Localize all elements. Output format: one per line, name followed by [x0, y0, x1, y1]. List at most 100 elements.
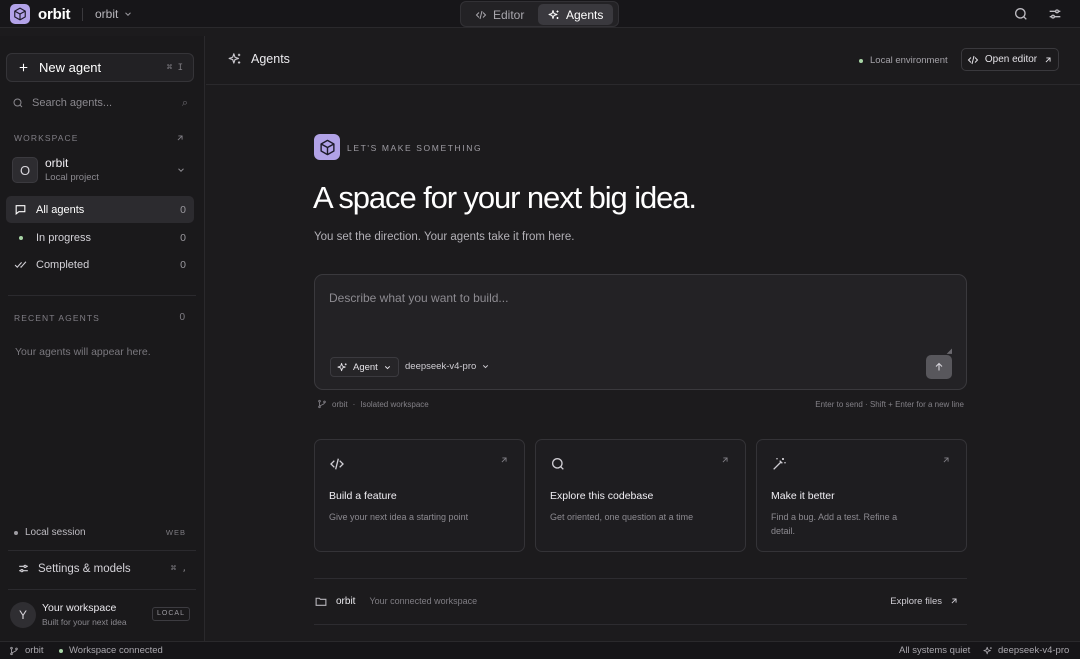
- recent-agents-count: 0: [179, 312, 185, 323]
- status-dot-icon: [59, 648, 63, 653]
- code-icon: [967, 55, 979, 64]
- sparkles-icon: [228, 53, 241, 64]
- dot-icon: [14, 235, 27, 240]
- status-badge: LOCAL: [152, 607, 190, 621]
- sparkles-icon: [983, 646, 992, 654]
- workspace-section-label: WORKSPACE: [14, 133, 79, 143]
- search-input[interactable]: Search agents...: [32, 97, 112, 109]
- workspace-avatar: O: [12, 157, 38, 183]
- orbit-logo-icon: [314, 134, 340, 160]
- divider: [314, 624, 967, 625]
- folder-icon: [315, 597, 327, 606]
- new-agent-label: New agent: [39, 60, 102, 75]
- arrow-up-right-icon: [501, 457, 507, 463]
- divider: [8, 589, 196, 590]
- card-build-feature[interactable]: Build a feature Give your next idea a st…: [314, 439, 525, 552]
- arrow-up-right-icon: [722, 457, 728, 463]
- code-icon: [475, 10, 487, 19]
- prompt-meta: orbit · Isolated workspace: [317, 399, 429, 409]
- workspace-name: orbit: [45, 156, 69, 170]
- recent-agents-label: RECENT AGENTS: [14, 313, 100, 323]
- chevron-down-icon: [125, 12, 132, 16]
- open-editor-label: Open editor: [984, 54, 1038, 65]
- card-explore-codebase[interactable]: Explore this codebase Get oriented, one …: [535, 439, 746, 552]
- connection-status: Workspace connected: [59, 645, 163, 656]
- explore-files-label: Explore files: [890, 595, 942, 607]
- tab-editor[interactable]: Editor: [465, 4, 534, 25]
- workspace-card[interactable]: O orbit Local project: [12, 156, 194, 186]
- settings-label: Settings & models: [38, 562, 131, 575]
- model-label: deepseek-v4-pro: [405, 361, 477, 372]
- code-icon: [330, 458, 344, 470]
- branch-indicator[interactable]: orbit: [9, 645, 43, 656]
- tab-editor-label: Editor: [493, 7, 525, 22]
- divider: [314, 578, 967, 579]
- divider: [8, 550, 196, 551]
- session-tag: WEB: [165, 528, 186, 537]
- magic-wand-icon: [773, 458, 786, 470]
- card-make-it-better[interactable]: Make it better Find a bug. Add a test. R…: [756, 439, 967, 552]
- chat-icon: [15, 205, 26, 215]
- hero-headline: A space for your next big idea.: [313, 180, 697, 215]
- settings-button[interactable]: Settings & models ⌘ ,: [17, 562, 187, 575]
- app-brand: orbit: [38, 6, 71, 23]
- card-title: Explore this codebase: [550, 490, 654, 502]
- sidebar-item-count: 0: [180, 258, 186, 271]
- avatar: Y: [10, 602, 36, 628]
- card-description: Find a bug. Add a test. Refine a detail.: [771, 512, 898, 536]
- tab-agents[interactable]: Agents: [538, 4, 614, 25]
- connected-workspace-subtitle: Your connected workspace: [369, 596, 478, 606]
- card-description: Get oriented, one question at a time: [550, 512, 694, 522]
- new-agent-button[interactable]: New agent ⌘ I: [6, 53, 194, 82]
- chevron-down-icon: [384, 365, 390, 369]
- status-dot-icon: [859, 58, 863, 63]
- arrow-up-icon: [935, 362, 943, 371]
- active-model[interactable]: deepseek-v4-pro: [983, 645, 1069, 656]
- user-name: Your workspace: [42, 602, 117, 614]
- external-link-icon[interactable]: [175, 133, 185, 143]
- view-switcher: Editor Agents: [460, 1, 619, 27]
- agent-mode-select[interactable]: Agent: [330, 357, 399, 377]
- prompt-hint: Enter to send · Shift + Enter for a new …: [815, 400, 964, 409]
- open-editor-button[interactable]: Open editor: [961, 48, 1059, 71]
- workspace-switcher-label: orbit: [95, 7, 119, 21]
- user-subtitle: Built for your next idea: [42, 617, 127, 627]
- orbit-logo-icon[interactable]: [10, 4, 30, 24]
- divider: [8, 295, 196, 296]
- environment-label: Local environment: [870, 55, 948, 66]
- explore-files-link[interactable]: Explore files: [890, 596, 959, 607]
- page-title: Agents: [228, 52, 290, 66]
- meta-separator: ·: [352, 399, 356, 409]
- sidebar-item-in-progress[interactable]: In progress 0: [6, 224, 194, 251]
- sliders-icon[interactable]: [1047, 6, 1063, 22]
- recent-agents-empty-state: Your agents will appear here.: [15, 346, 151, 358]
- workspace-switcher[interactable]: orbit: [95, 7, 133, 21]
- sidebar-item-label: In progress: [36, 231, 92, 244]
- sidebar-item-label: All agents: [36, 203, 85, 216]
- model-select[interactable]: deepseek-v4-pro: [405, 361, 490, 372]
- sparkles-icon: [548, 9, 559, 19]
- session-label: Local session: [25, 527, 86, 538]
- card-title: Make it better: [771, 490, 835, 502]
- workspace-subtitle: Local project: [45, 172, 99, 183]
- hero-eyebrow: LET'S MAKE SOMETHING: [347, 143, 483, 153]
- sidebar-item-completed[interactable]: Completed 0: [6, 251, 194, 278]
- connected-workspace-row: orbit Your connected workspace Explore f…: [314, 593, 967, 609]
- resize-grip-icon[interactable]: ◢: [947, 347, 952, 355]
- system-health: All systems quiet: [899, 645, 971, 656]
- user-card[interactable]: Y Your workspace Built for your next ide…: [10, 602, 192, 630]
- prompt-input[interactable]: [329, 291, 929, 305]
- send-button[interactable]: [926, 355, 952, 379]
- settings-shortcut: ⌘ ,: [170, 563, 187, 574]
- page-title-label: Agents: [251, 52, 290, 66]
- arrow-up-right-icon: [951, 598, 957, 604]
- card-description: Give your next idea a starting point: [329, 512, 469, 522]
- sidebar-item-all-agents[interactable]: All agents 0: [6, 196, 194, 223]
- git-branch-icon: [10, 646, 18, 655]
- branch-label: orbit: [25, 645, 44, 656]
- search-icon: [552, 458, 564, 470]
- sliders-icon: [19, 564, 28, 573]
- search-icon[interactable]: [1013, 6, 1029, 22]
- chevron-down-icon: [483, 365, 489, 369]
- agent-search[interactable]: Search agents... ⌕: [12, 96, 188, 110]
